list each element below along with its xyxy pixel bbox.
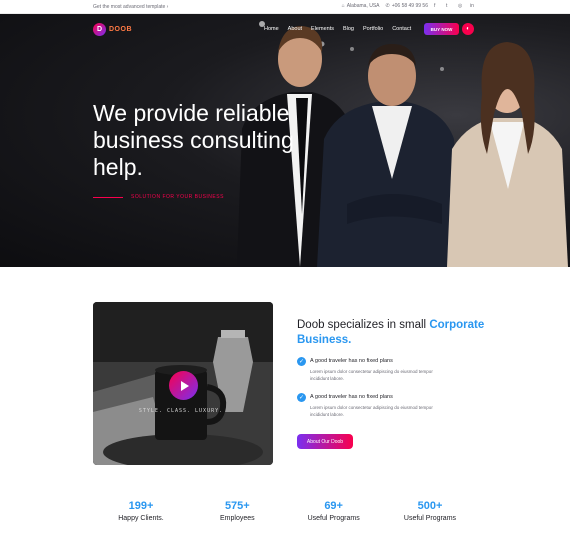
topbar-right: ⌂ Alabama, USA ✆ +06 58 49 99 56 f t ◎ i… bbox=[342, 3, 476, 9]
nav-item-blog[interactable]: Blog bbox=[343, 26, 354, 32]
stat-item: 199+ Happy Clients. bbox=[93, 500, 189, 522]
hero-tagline: SOLUTION FOR YOUR BUSINESS bbox=[93, 194, 224, 200]
phone-text: +06 58 49 99 56 bbox=[391, 3, 428, 9]
mug-caption: STYLE. CLASS. LUXURY. bbox=[139, 408, 223, 414]
stat-number: 199+ bbox=[128, 500, 154, 512]
nav-item-elements[interactable]: Elements bbox=[311, 26, 334, 32]
buy-now-button[interactable]: BUY NOW bbox=[424, 23, 459, 35]
location: ⌂ Alabama, USA bbox=[342, 3, 380, 9]
main-nav: D DOOB Home About Elements Blog Portfoli… bbox=[0, 18, 570, 40]
nav-item-portfolio[interactable]: Portfolio bbox=[363, 26, 383, 32]
nav-item-home[interactable]: Home bbox=[264, 26, 279, 32]
stat-label: Happy Clients. bbox=[118, 515, 164, 522]
top-bar: Get the most advanced template › ⌂ Alaba… bbox=[0, 0, 570, 14]
check-icon: ✓ bbox=[297, 393, 306, 402]
nav-item-about[interactable]: About bbox=[288, 26, 302, 32]
stat-item: 575+ Employees bbox=[189, 500, 285, 522]
logo-mark: D bbox=[93, 23, 106, 36]
feature-desc: Lorem ipsum dolor consectetur adipiscing… bbox=[310, 405, 433, 417]
feature-desc: Lorem ipsum dolor consectetur adipiscing… bbox=[310, 369, 433, 381]
nav-menu: Home About Elements Blog Portfolio Conta… bbox=[264, 26, 411, 32]
stat-label: Useful Programs bbox=[307, 515, 360, 522]
stat-number: 69+ bbox=[324, 500, 343, 512]
about-title: Doob specializes in small Corporate Busi… bbox=[297, 318, 497, 348]
phone[interactable]: ✆ +06 58 49 99 56 bbox=[386, 3, 429, 9]
stat-number: 500+ bbox=[417, 500, 443, 512]
hero-section: D DOOB Home About Elements Blog Portfoli… bbox=[0, 14, 570, 267]
logo[interactable]: D DOOB bbox=[93, 23, 132, 36]
promo-link[interactable]: Get the most advanced template › bbox=[93, 4, 168, 10]
logo-text: DOOB bbox=[109, 26, 132, 33]
stat-item: 69+ Useful Programs bbox=[286, 500, 382, 522]
location-icon: ⌂ bbox=[341, 3, 345, 9]
location-text: Alabama, USA bbox=[346, 3, 380, 9]
about-title-text: Doob specializes in small bbox=[297, 319, 430, 331]
stat-label: Useful Programs bbox=[403, 515, 457, 522]
tagline-text: SOLUTION FOR YOUR BUSINESS bbox=[131, 194, 224, 200]
play-video-button[interactable] bbox=[169, 371, 198, 400]
twitter-icon[interactable]: t bbox=[446, 3, 452, 9]
facebook-icon[interactable]: f bbox=[434, 3, 440, 9]
stat-item: 500+ Useful Programs bbox=[382, 500, 478, 522]
check-icon: ✓ bbox=[297, 357, 306, 366]
tagline-divider bbox=[93, 196, 123, 198]
stat-label: Employees bbox=[220, 515, 255, 522]
hero-title: We provide reliable business consulting … bbox=[93, 100, 294, 180]
phone-icon: ✆ bbox=[385, 3, 390, 9]
about-our-doob-button[interactable]: About Our Doob bbox=[297, 434, 353, 449]
nav-item-contact[interactable]: Contact bbox=[392, 26, 411, 32]
feature-title: A good traveler has no fixed plans bbox=[310, 358, 393, 364]
linkedin-icon[interactable]: in bbox=[470, 3, 476, 9]
stat-number: 575+ bbox=[224, 500, 250, 512]
feature-title: A good traveler has no fixed plans bbox=[310, 394, 393, 400]
stats-row: 199+ Happy Clients. 575+ Employees 69+ U… bbox=[93, 500, 478, 522]
instagram-icon[interactable]: ◎ bbox=[458, 3, 464, 9]
theme-toggle-icon[interactable]: ◐ bbox=[462, 23, 474, 35]
